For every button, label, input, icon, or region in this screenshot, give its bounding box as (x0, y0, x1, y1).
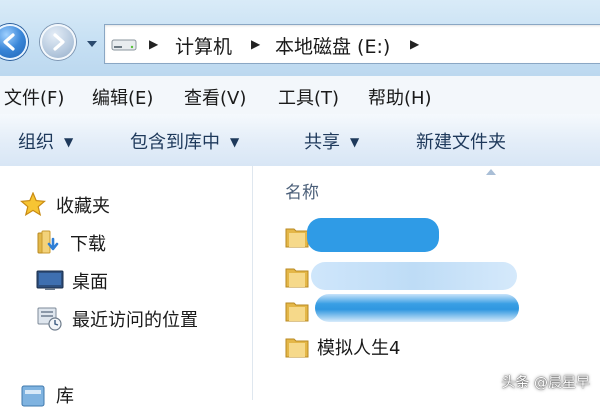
column-header-name[interactable]: 名称 (285, 178, 319, 203)
menu-edit[interactable]: 编辑(E) (92, 84, 153, 110)
file-row[interactable] (285, 218, 585, 254)
menu-view[interactable]: 查看(V) (184, 84, 246, 110)
redaction-blur (311, 262, 517, 290)
nav-item-label: 桌面 (72, 272, 108, 293)
folder-icon (285, 268, 309, 288)
arrow-left-icon (3, 33, 15, 51)
include-in-library-button[interactable]: 包含到库中 ▼ (130, 128, 239, 154)
libraries-icon (21, 385, 45, 407)
download-folder-icon (37, 230, 59, 254)
file-name: 模拟人生4 (317, 338, 401, 359)
nav-item-label: 下载 (70, 234, 106, 255)
forward-button[interactable] (40, 24, 76, 60)
file-row[interactable] (285, 260, 585, 294)
chevron-down-icon: ▼ (230, 135, 240, 149)
breadcrumb-separator-icon[interactable]: ▶ (410, 37, 419, 51)
folder-icon (285, 338, 309, 358)
title-bar: ▶ 计算机 ▶ 本地磁盘 (E:) ▶ (0, 0, 600, 76)
share-label: 共享 (304, 132, 340, 153)
include-in-library-label: 包含到库中 (130, 132, 220, 153)
drive-icon (111, 39, 137, 51)
folder-icon (285, 228, 309, 248)
nav-libraries-label: 库 (56, 386, 74, 407)
chevron-down-icon: ▼ (350, 135, 360, 149)
redaction-blur (307, 218, 439, 252)
folder-icon (285, 302, 309, 322)
nav-favorites-label: 收藏夹 (56, 196, 110, 217)
sort-ascending-icon (486, 169, 496, 175)
breadcrumb-computer[interactable]: 计算机 (175, 32, 232, 59)
menu-tools[interactable]: 工具(T) (278, 84, 339, 110)
command-toolbar: 组织 ▼ 包含到库中 ▼ 共享 ▼ 新建文件夹 (0, 114, 600, 167)
recent-pages-dropdown-icon[interactable] (86, 40, 98, 48)
breadcrumb-separator-icon[interactable]: ▶ (251, 37, 260, 51)
navigation-pane: 收藏夹 下载 桌面 最近访问的位置 库 (0, 166, 252, 407)
chevron-down-icon: ▼ (64, 135, 74, 149)
file-row[interactable]: 模拟人生4 (285, 330, 585, 364)
breadcrumb-local-disk[interactable]: 本地磁盘 (E:) (275, 32, 390, 59)
address-bar[interactable]: ▶ 计算机 ▶ 本地磁盘 (E:) ▶ (104, 24, 600, 64)
redaction-blur (315, 294, 519, 322)
file-row[interactable] (285, 294, 585, 328)
back-button[interactable] (0, 24, 28, 60)
nav-item-label: 最近访问的位置 (72, 310, 198, 331)
organize-label: 组织 (18, 132, 54, 153)
share-button[interactable]: 共享 ▼ (304, 128, 359, 154)
desktop-icon (36, 270, 64, 290)
file-list-pane: 名称 模拟人生4 (253, 166, 600, 400)
menu-file[interactable]: 文件(F) (4, 84, 64, 110)
organize-button[interactable]: 组织 ▼ (18, 128, 73, 154)
new-folder-button[interactable]: 新建文件夹 (416, 128, 506, 154)
menu-help[interactable]: 帮助(H) (368, 84, 432, 110)
watermark: 头条 @晨星早 (501, 375, 590, 391)
arrow-right-icon (53, 33, 65, 51)
breadcrumb-separator-icon[interactable]: ▶ (149, 37, 158, 51)
star-icon (20, 192, 46, 216)
menu-bar: 文件(F) 编辑(E) 查看(V) 工具(T) 帮助(H) (0, 76, 600, 115)
recent-places-icon (37, 307, 62, 331)
